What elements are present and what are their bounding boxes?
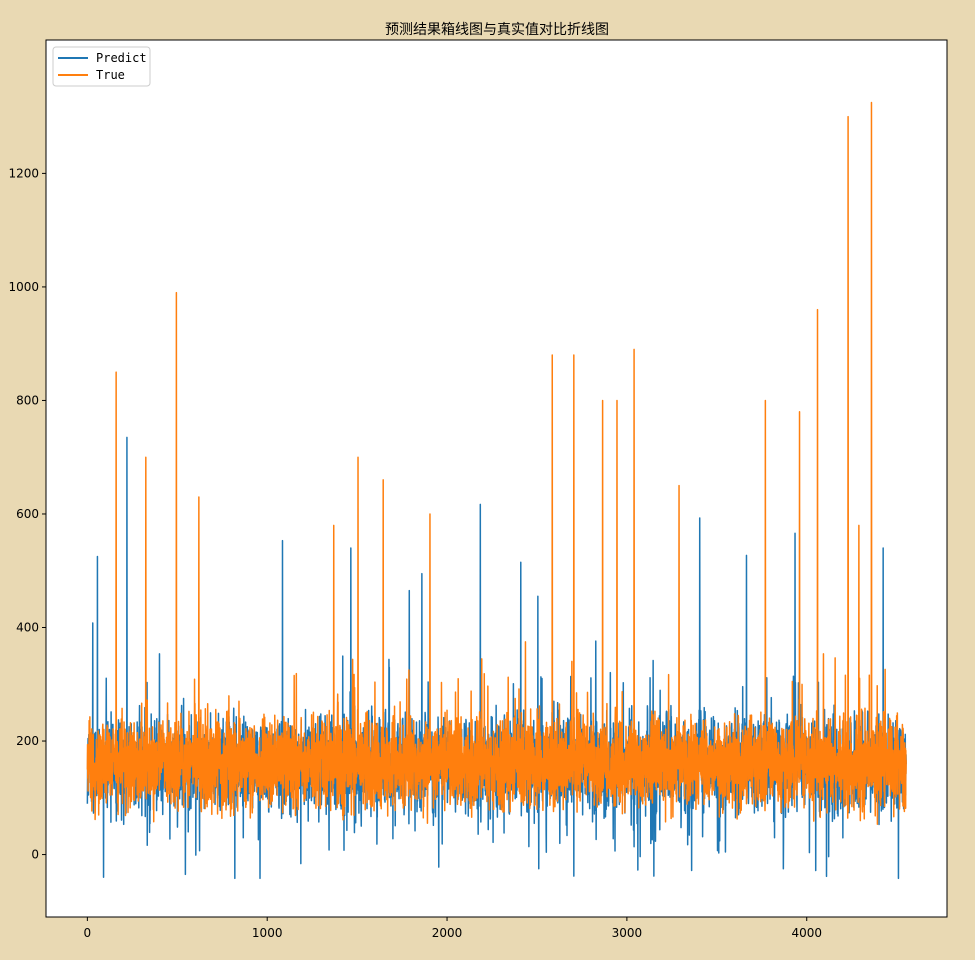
y-tick-label: 800 [16,393,39,407]
y-tick-label: 0 [31,848,39,862]
y-tick-label: 1200 [8,166,39,180]
y-axis: 0 200 400 600 800 1000 1200 [8,166,46,862]
line-chart: 预测结果箱线图与真实值对比折线图 0 1000 2000 3000 4000 0 200 4… [8,22,948,940]
legend-label-true: True [96,68,125,82]
chart-title: 预测结果箱线图与真实值对比折线图 [385,22,609,38]
x-tick-label: 1000 [252,926,283,940]
x-axis: 0 1000 2000 3000 4000 [84,917,822,940]
y-tick-label: 600 [16,507,39,521]
x-tick-label: 3000 [612,926,643,940]
x-tick-label: 4000 [791,926,822,940]
x-tick-label: 2000 [432,926,463,940]
legend: Predict True [52,46,151,87]
chart-container: 预测结果箱线图与真实值对比折线图 0 1000 2000 3000 4000 0 200 4… [0,0,975,956]
y-tick-label: 1000 [8,280,39,294]
y-tick-label: 200 [16,734,39,748]
legend-label-predict: Predict [96,51,147,65]
x-tick-label: 0 [84,926,92,940]
y-tick-label: 400 [16,621,39,635]
